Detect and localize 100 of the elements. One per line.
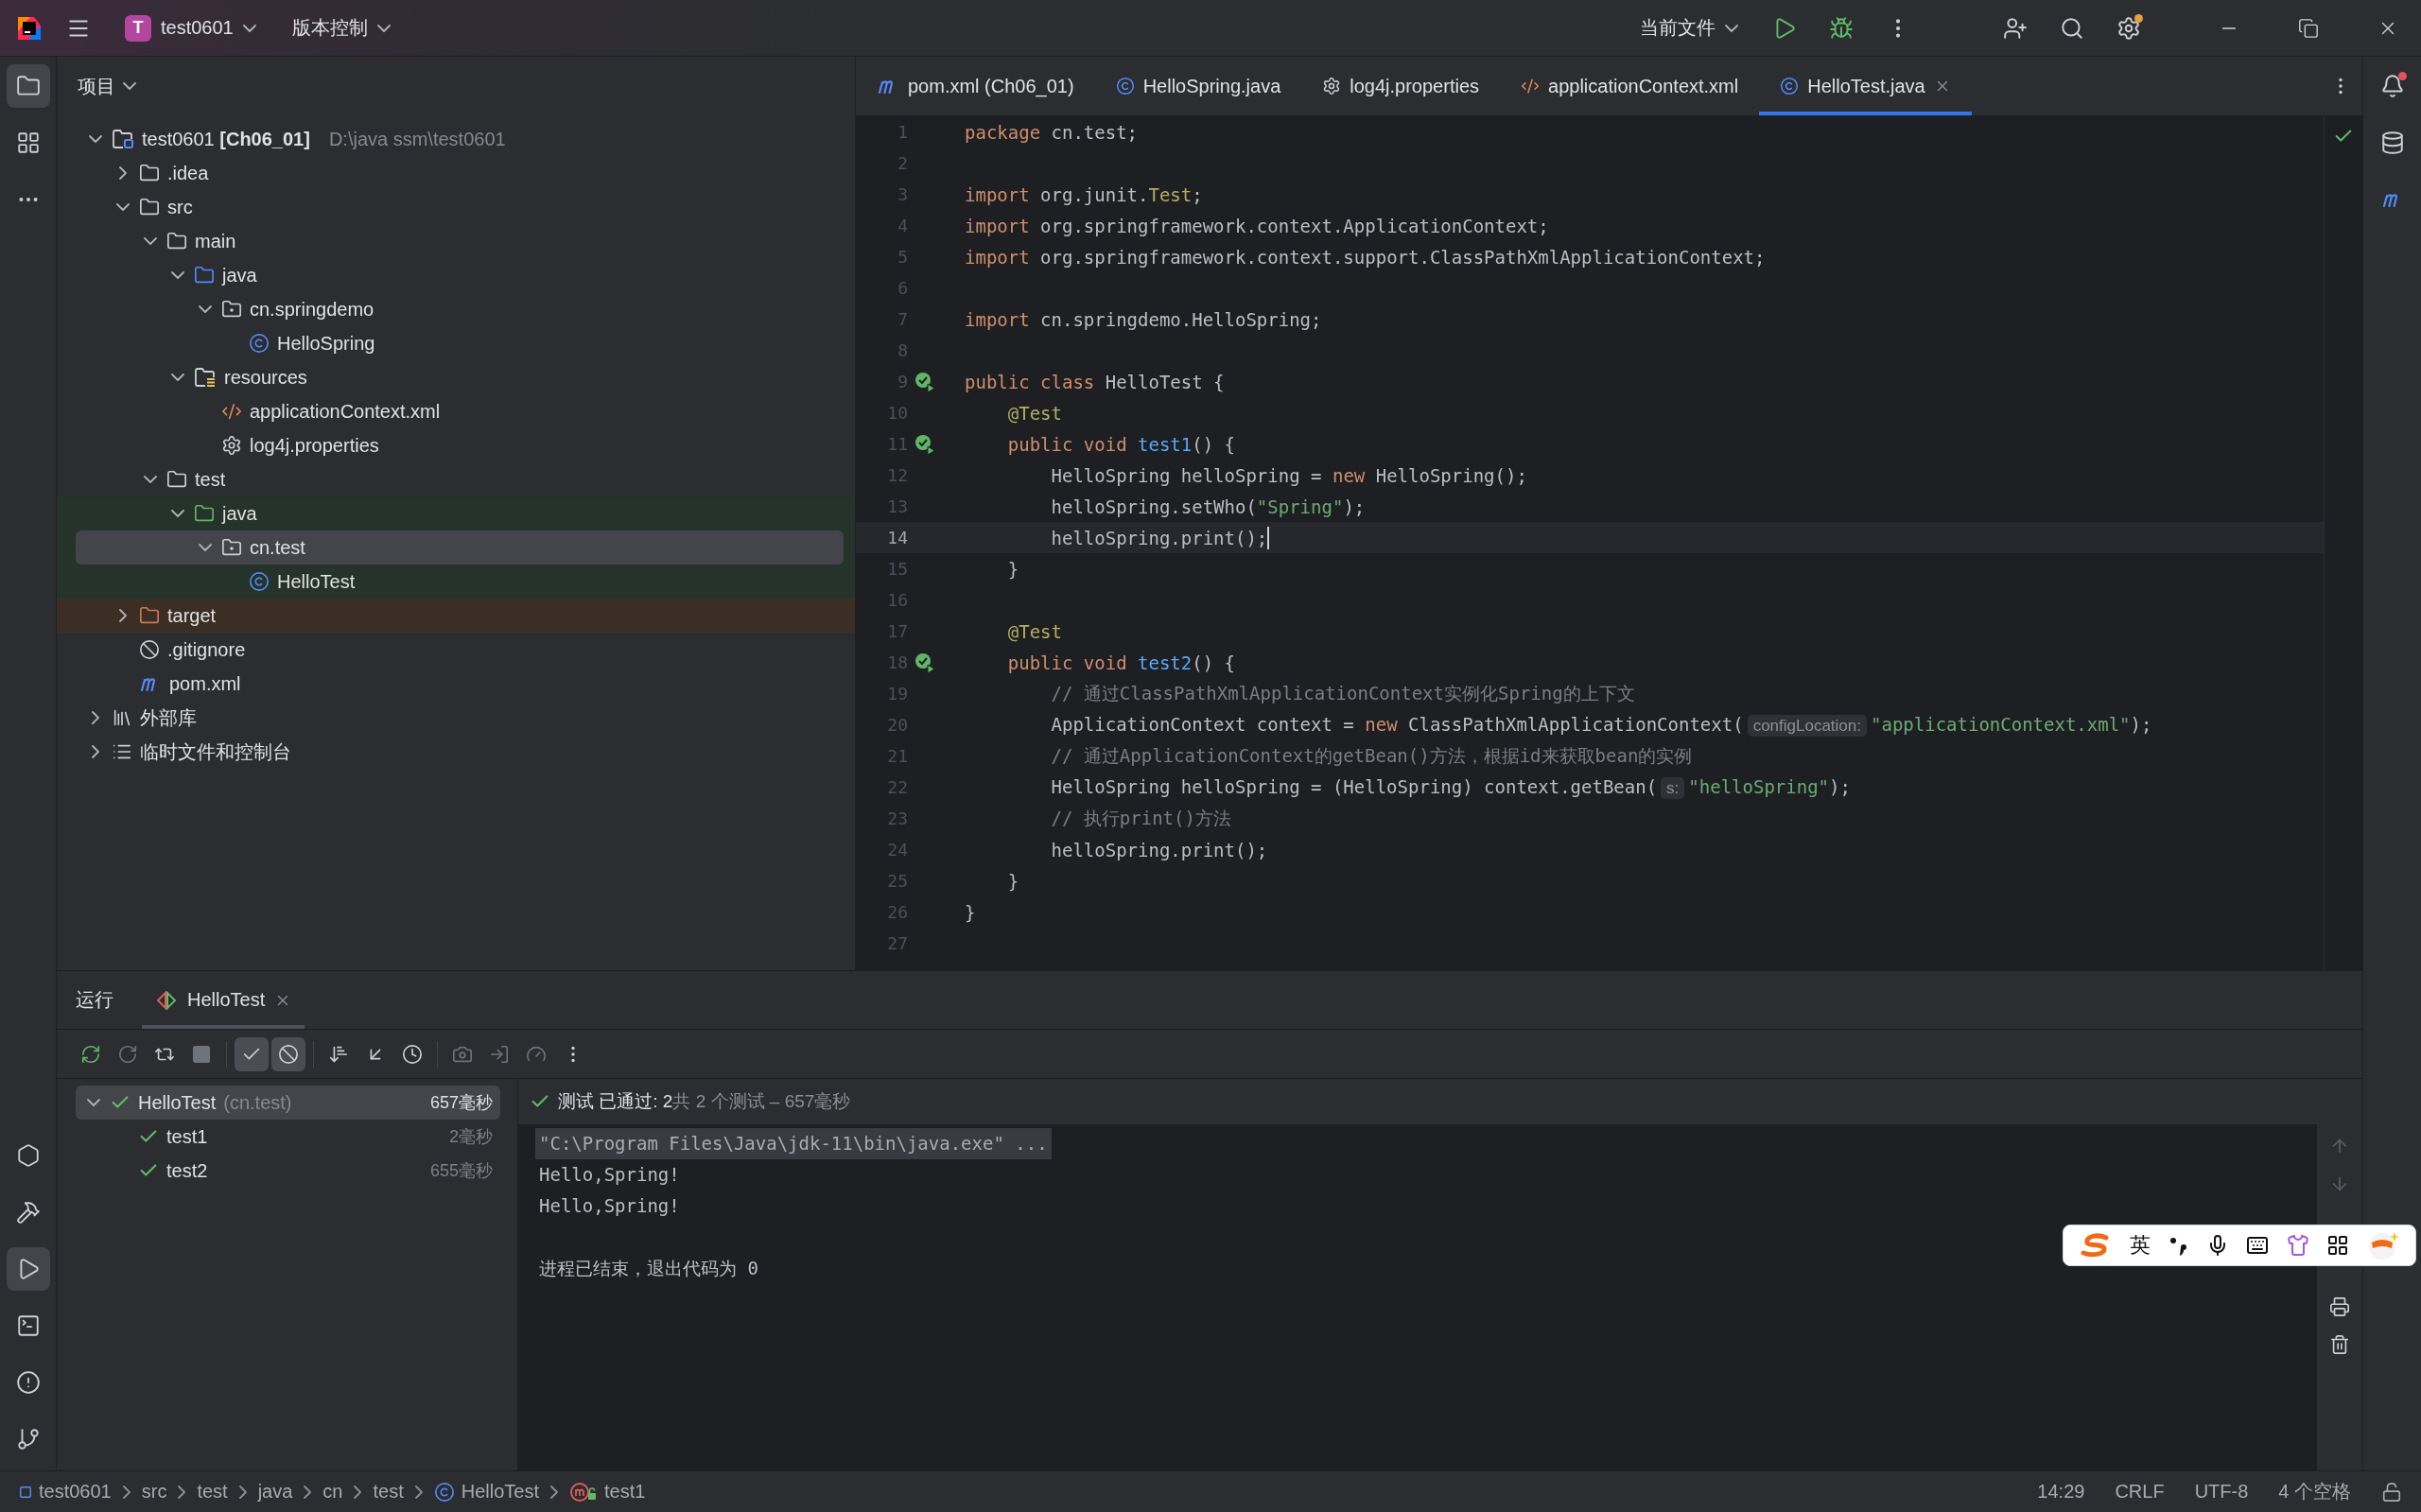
unlock-icon[interactable] xyxy=(2381,1481,2402,1503)
tree-item[interactable]: java xyxy=(76,258,844,292)
chevron-down-icon[interactable] xyxy=(171,374,184,381)
vcs-menu[interactable]: 版本控制 xyxy=(280,8,402,48)
chevron-right-icon xyxy=(238,1485,247,1499)
breadcrumb[interactable]: test1 xyxy=(569,1480,646,1503)
restore-icon[interactable] xyxy=(2298,17,2319,39)
run-tool-button[interactable] xyxy=(6,1247,50,1291)
input-mode[interactable]: 英 xyxy=(2129,1231,2151,1260)
chevron-down-icon[interactable] xyxy=(199,544,212,551)
code-line: @Test xyxy=(1006,620,1062,642)
chevron-right-icon[interactable] xyxy=(119,166,127,180)
chevron-right-icon[interactable] xyxy=(92,745,99,758)
folder-icon xyxy=(194,503,215,524)
tree-item[interactable]: target xyxy=(76,599,844,633)
editor-tab[interactable]: applicationContext.xml xyxy=(1500,57,1760,115)
chevron-down-icon[interactable] xyxy=(144,476,157,483)
breadcrumb[interactable]: test xyxy=(373,1481,404,1503)
test-item[interactable]: test2 655毫秒 xyxy=(76,1154,500,1188)
chevron-right-icon[interactable] xyxy=(119,609,127,622)
tree-item[interactable]: 临时文件和控制台 xyxy=(76,735,844,769)
test-item[interactable]: test1 2毫秒 xyxy=(76,1120,500,1154)
tree-item[interactable]: java xyxy=(76,496,844,530)
settings-icon[interactable] xyxy=(2116,15,2141,41)
run-test-icon[interactable] xyxy=(913,370,936,393)
code-line: @Test xyxy=(1006,402,1062,424)
folded-command[interactable]: "C:\Program Files\Java\jdk-11\bin\java.exe" ... xyxy=(535,1128,1052,1159)
tree-item[interactable]: cn.springdemo xyxy=(76,292,844,326)
project-switcher[interactable]: T test0601 xyxy=(113,8,268,48)
breadcrumb[interactable]: test0601 xyxy=(19,1481,112,1503)
tree-item[interactable]: src xyxy=(76,190,844,224)
chevron-down-icon[interactable] xyxy=(171,510,184,517)
debug-icon[interactable] xyxy=(1829,15,1854,41)
show-ignored-toggle-button[interactable] xyxy=(271,1036,305,1071)
code-line: // 通过ClassPathXmlApplicationContext实例化Spring的上下文 xyxy=(1050,681,1635,705)
run-tab[interactable]: HelloTest xyxy=(142,971,305,1029)
editor-tab[interactable]: HelloTest.java xyxy=(1759,57,1972,115)
ignore-icon xyxy=(139,639,160,660)
trash-icon[interactable] xyxy=(2329,1334,2350,1355)
history-icon[interactable] xyxy=(402,1043,423,1065)
code-line: public void test1() { xyxy=(1006,433,1235,455)
chevron-down-icon[interactable] xyxy=(171,271,184,279)
tree-item[interactable]: log4j.properties xyxy=(76,428,844,462)
run-test-icon[interactable] xyxy=(913,432,936,456)
tree-item[interactable]: .idea xyxy=(76,156,844,190)
breadcrumb[interactable]: HelloTest xyxy=(433,1481,539,1503)
tree-item[interactable]: cn.test xyxy=(76,530,844,565)
grid-icon[interactable] xyxy=(2326,1234,2350,1257)
shirt-icon[interactable] xyxy=(2286,1234,2309,1257)
console-line: 进程已结束，退出代码为 0 xyxy=(538,1257,759,1280)
tree-item[interactable]: main xyxy=(76,224,844,258)
editor-tab[interactable]: HelloSpring.java xyxy=(1094,57,1302,115)
tree-item[interactable]: test0601 [Ch06_01] D:\java ssm\test0601 xyxy=(76,122,844,156)
keyboard-icon[interactable] xyxy=(2246,1234,2270,1257)
chevron-down-icon[interactable] xyxy=(116,203,130,211)
terminal-icon[interactable] xyxy=(15,1313,41,1338)
chevron-right-icon[interactable] xyxy=(92,711,99,724)
tree-item[interactable]: pom.xml xyxy=(76,667,844,701)
run-test-icon[interactable] xyxy=(913,651,936,674)
editor-tab[interactable]: log4j.properties xyxy=(1301,57,1500,115)
tree-item[interactable]: HelloSpring xyxy=(76,326,844,360)
alert-icon[interactable] xyxy=(15,1370,41,1395)
caret-position[interactable]: 14:29 xyxy=(2037,1481,2085,1503)
breadcrumb[interactable]: test xyxy=(197,1481,228,1503)
chevron-down-icon[interactable] xyxy=(89,135,102,143)
code-line: import cn.springdemo.HelloSpring; xyxy=(965,308,1322,330)
chevron-down-icon[interactable] xyxy=(87,1099,100,1106)
tree-item[interactable]: applicationContext.xml xyxy=(76,394,844,428)
chevron-down-icon[interactable] xyxy=(123,82,136,90)
line-separator[interactable]: CRLF xyxy=(2115,1481,2165,1503)
tree-item[interactable]: resources xyxy=(76,360,844,394)
breadcrumb[interactable]: cn xyxy=(322,1481,343,1503)
editor-tab[interactable]: pom.xml (Ch06_01) xyxy=(856,57,1095,115)
breadcrumb[interactable]: src xyxy=(141,1481,167,1503)
tree-item[interactable]: 外部库 xyxy=(76,701,844,735)
hexagon-icon[interactable] xyxy=(15,1143,41,1168)
print-icon[interactable] xyxy=(2329,1296,2350,1317)
tree-item[interactable]: HelloTest xyxy=(76,565,844,599)
database-icon[interactable] xyxy=(2379,130,2405,155)
test-item[interactable]: HelloTest (cn.test) 657毫秒 xyxy=(76,1086,500,1120)
code-line: public class HelloTest { xyxy=(965,371,1225,392)
file-encoding[interactable]: UTF-8 xyxy=(2194,1481,2249,1503)
folder-tool-button[interactable] xyxy=(6,64,50,108)
show-passed-toggle-button[interactable] xyxy=(235,1036,269,1071)
grid-icon[interactable] xyxy=(15,130,41,155)
panel-title[interactable]: 项目 xyxy=(78,73,115,99)
add-user-icon[interactable] xyxy=(2003,15,2028,41)
chevron-down-icon[interactable] xyxy=(144,237,157,245)
chevron-down-icon[interactable] xyxy=(199,305,212,313)
branch-icon[interactable] xyxy=(15,1427,41,1451)
tree-item[interactable]: test xyxy=(76,462,844,496)
class-icon xyxy=(433,1481,455,1503)
breadcrumb[interactable]: java xyxy=(257,1481,293,1503)
hammer-icon[interactable] xyxy=(15,1200,41,1225)
rerun-icon[interactable] xyxy=(80,1043,101,1065)
bell-icon[interactable] xyxy=(2379,74,2405,98)
run-config-selector[interactable]: 当前文件 xyxy=(1629,8,1750,48)
indent-setting[interactable]: 4 个空格 xyxy=(2278,1479,2351,1504)
search-icon[interactable] xyxy=(2060,15,2084,41)
tree-item[interactable]: .gitignore xyxy=(76,633,844,667)
